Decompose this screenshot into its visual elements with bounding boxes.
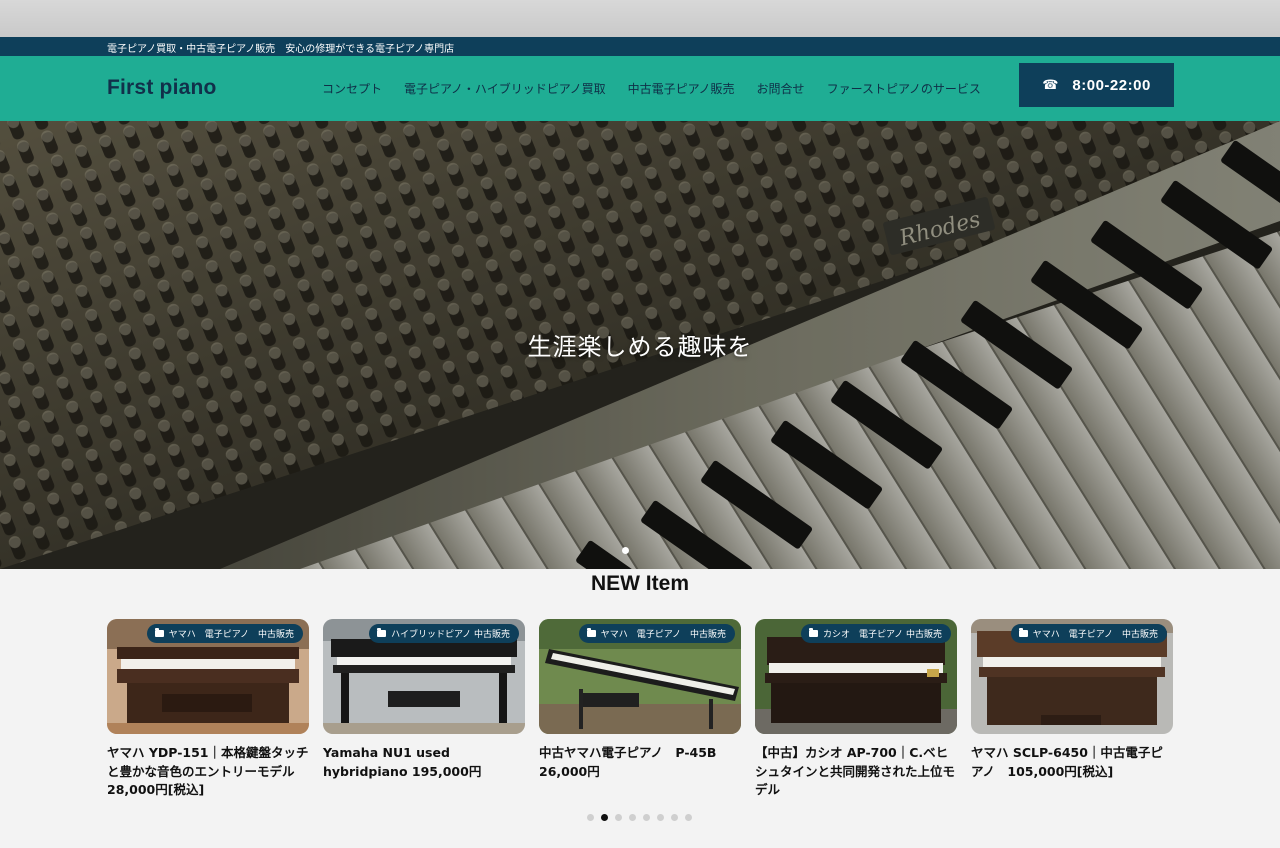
phone-button[interactable]: ☎ 8:00-22:00: [1019, 63, 1174, 107]
product-title[interactable]: 【中古】カシオ AP-700｜C.ベヒシュタインと共同開発された上位モデル: [755, 744, 957, 800]
hero-slide-dot[interactable]: [622, 547, 629, 554]
pagination-dot[interactable]: [587, 814, 594, 821]
category-badge-text: ヤマハ 電子ピアノ 中古販売: [168, 630, 294, 640]
site-tagline: 電子ピアノ買取・中古電子ピアノ販売 安心の修理ができる電子ピアノ専門店: [107, 44, 455, 55]
product-image: ヤマハ 電子ピアノ 中古販売: [107, 619, 309, 734]
category-badge[interactable]: ヤマハ 電子ピアノ 中古販売: [146, 624, 303, 643]
site-header: First piano コンセプト 電子ピアノ・ハイブリッドピアノ買取 中古電子…: [0, 56, 1280, 121]
new-items-title: NEW Item: [590, 572, 689, 595]
nav-contact[interactable]: お問合せ: [757, 80, 805, 97]
pagination-dot[interactable]: [685, 814, 692, 821]
product-title[interactable]: ヤマハ SCLP-6450｜中古電子ピアノ 105,000円[税込]: [971, 744, 1173, 781]
product-title[interactable]: 中古ヤマハ電子ピアノ P-45B 26,000円: [539, 744, 741, 781]
product-image: ヤマハ 電子ピアノ 中古販売: [971, 619, 1173, 734]
browser-chrome: [0, 0, 1280, 37]
category-badge[interactable]: カシオ 電子ピアノ 中古販売: [800, 624, 951, 643]
product-card[interactable]: ヤマハ 電子ピアノ 中古販売 ヤマハ SCLP-6450｜中古電子ピアノ 105…: [971, 619, 1173, 800]
category-badge[interactable]: ヤマハ 電子ピアノ 中古販売: [1010, 624, 1167, 643]
nav-services[interactable]: ファーストピアノのサービス: [827, 80, 981, 97]
folder-icon: [1018, 628, 1028, 637]
pagination-dot-active[interactable]: [601, 814, 608, 821]
product-card[interactable]: ハイブリッドピアノ 中古販売 Yamaha NU1 used hybridpia…: [323, 619, 525, 800]
hero-caption: 生涯楽しめる趣味を: [527, 333, 753, 361]
folder-icon: [586, 628, 596, 637]
main-nav: コンセプト 電子ピアノ・ハイブリッドピアノ買取 中古電子ピアノ販売 お問合せ フ…: [322, 80, 981, 97]
nav-used-sales[interactable]: 中古電子ピアノ販売: [628, 80, 735, 97]
product-card[interactable]: ヤマハ 電子ピアノ 中古販売 ヤマハ YDP-151｜本格鍵盤タッチと豊かな音色…: [107, 619, 309, 800]
pagination-dot[interactable]: [615, 814, 622, 821]
site-logo[interactable]: First piano: [107, 76, 217, 100]
category-badge[interactable]: ヤマハ 電子ピアノ 中古販売: [578, 624, 735, 643]
category-badge-text: カシオ 電子ピアノ 中古販売: [822, 630, 942, 640]
product-title[interactable]: ヤマハ YDP-151｜本格鍵盤タッチと豊かな音色のエントリーモデル 28,00…: [107, 744, 309, 800]
carousel-pagination: [587, 814, 692, 821]
pagination-dot[interactable]: [657, 814, 664, 821]
hero-slider: Rhodes 生涯楽しめる趣味を: [0, 121, 1280, 569]
nav-concept[interactable]: コンセプト: [322, 80, 382, 97]
folder-icon: [154, 628, 164, 637]
category-badge-text: ハイブリッドピアノ 中古販売: [391, 630, 510, 640]
pagination-dot[interactable]: [671, 814, 678, 821]
product-card[interactable]: ヤマハ 電子ピアノ 中古販売 中古ヤマハ電子ピアノ P-45B 26,000円: [539, 619, 741, 800]
product-image: ハイブリッドピアノ 中古販売: [323, 619, 525, 734]
category-badge-text: ヤマハ 電子ピアノ 中古販売: [600, 630, 726, 640]
folder-icon: [808, 628, 818, 637]
product-title[interactable]: Yamaha NU1 used hybridpiano 195,000円: [323, 744, 525, 781]
category-badge[interactable]: ハイブリッドピアノ 中古販売: [369, 624, 519, 643]
product-image: ヤマハ 電子ピアノ 中古販売: [539, 619, 741, 734]
nav-purchase[interactable]: 電子ピアノ・ハイブリッドピアノ買取: [404, 80, 606, 97]
folder-icon: [377, 628, 387, 637]
top-info-bar: 電子ピアノ買取・中古電子ピアノ販売 安心の修理ができる電子ピアノ専門店: [0, 37, 1280, 56]
category-badge-text: ヤマハ 電子ピアノ 中古販売: [1032, 630, 1158, 640]
pagination-dot[interactable]: [643, 814, 650, 821]
product-card[interactable]: カシオ 電子ピアノ 中古販売 【中古】カシオ AP-700｜C.ベヒシュタインと…: [755, 619, 957, 800]
phone-hours: 8:00-22:00: [1072, 76, 1151, 94]
phone-icon: ☎: [1042, 77, 1059, 93]
pagination-dot[interactable]: [629, 814, 636, 821]
product-image: カシオ 電子ピアノ 中古販売: [755, 619, 957, 734]
new-items-carousel: ヤマハ 電子ピアノ 中古販売 ヤマハ YDP-151｜本格鍵盤タッチと豊かな音色…: [107, 619, 1173, 800]
